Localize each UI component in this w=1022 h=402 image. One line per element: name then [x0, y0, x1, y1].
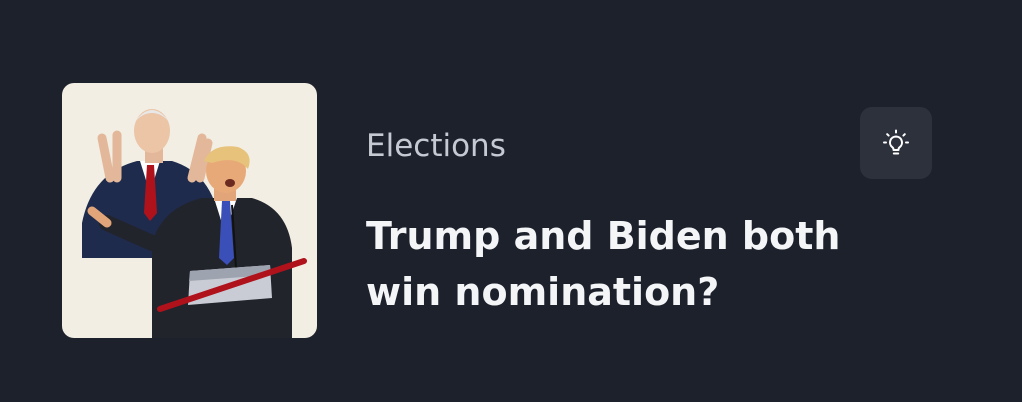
lightbulb-icon	[883, 129, 909, 155]
market-category: Elections	[366, 128, 506, 164]
candidates-illustration	[82, 109, 307, 338]
market-image[interactable]	[62, 83, 317, 338]
market-title[interactable]: Trump and Biden both win nomination?	[366, 208, 926, 320]
market-card[interactable]: Elections Trump and Biden both win nomin…	[0, 0, 1022, 402]
idea-button[interactable]	[860, 107, 932, 179]
